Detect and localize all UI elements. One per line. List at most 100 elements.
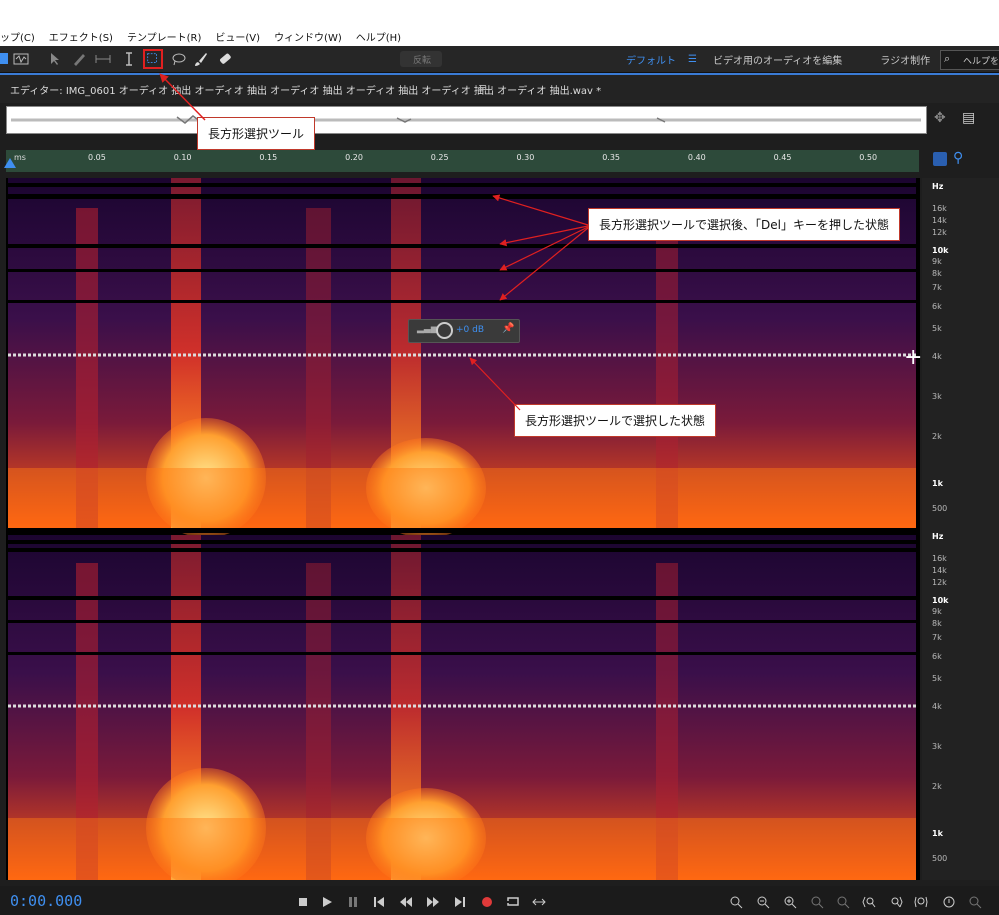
marquee-tool-icon[interactable]: [143, 49, 163, 69]
frequency-label: 5k: [932, 324, 942, 333]
spot-healing-icon[interactable]: [216, 50, 234, 68]
pin-icon[interactable]: 📌: [502, 323, 514, 334]
frequency-unit: Hz: [932, 532, 944, 541]
zoom-out-time-icon[interactable]: [810, 894, 824, 909]
frequency-unit: Hz: [932, 182, 944, 191]
workspace-video[interactable]: ビデオ用のオーディオを編集: [713, 52, 842, 67]
frequency-label: 6k: [932, 302, 942, 311]
frequency-label: 4k: [932, 702, 942, 711]
frequency-label: 9k: [932, 257, 942, 266]
pause-icon[interactable]: [346, 894, 360, 908]
invert-label: 反転: [413, 56, 432, 66]
workspace-tabs: デフォルト ☰ ビデオ用のオーディオを編集 ラジオ制作 »: [626, 46, 971, 72]
marker-pin-icon[interactable]: ⚲: [953, 150, 963, 166]
transport-bar: 0:00.000: [0, 886, 999, 915]
frequency-label: 7k: [932, 633, 942, 642]
razor-tool-icon[interactable]: [70, 50, 88, 68]
slip-tool-icon[interactable]: [94, 50, 112, 68]
loop-icon[interactable]: [506, 894, 520, 908]
zoom-reset-icon[interactable]: [942, 894, 956, 908]
fast-forward-icon[interactable]: [426, 894, 440, 908]
spectral-display[interactable]: [6, 178, 920, 880]
timecode[interactable]: 0:00.000: [10, 892, 82, 910]
menu-item[interactable]: ビュー(V): [215, 29, 260, 44]
zoom-in-point-icon[interactable]: [862, 894, 876, 908]
annotation-deleted: 長方形選択ツールで選択後、「Del」キーを押した状態: [588, 208, 900, 241]
workspace-default[interactable]: デフォルト: [626, 52, 676, 67]
timeline-tick-label: 0.10: [173, 153, 192, 162]
timeline-tick-label: 0.15: [259, 153, 278, 162]
move-tool-icon[interactable]: [46, 50, 64, 68]
time-selection-icon[interactable]: [120, 50, 138, 68]
skip-start-icon[interactable]: [372, 894, 386, 908]
gain-value[interactable]: +0 dB: [456, 325, 484, 335]
search-icon: ⌕: [944, 52, 951, 65]
frequency-label: 5k: [932, 674, 942, 683]
frequency-label: 8k: [932, 269, 942, 278]
zoom-full-icon[interactable]: [836, 894, 850, 909]
frequency-label: 16k: [932, 554, 947, 563]
editor-title[interactable]: エディター: IMG_0601 オーディオ 抽出 オーディオ 抽出 オーディオ …: [10, 82, 601, 97]
timeline-tick-label: 0.40: [687, 153, 706, 162]
timeline-tick-label: 0.35: [602, 153, 620, 162]
editor-menu-icon[interactable]: ≡: [478, 81, 487, 94]
frequency-label: 10k: [932, 246, 949, 255]
zoom-navigator-icon[interactable]: ✥: [934, 110, 946, 126]
snap-icon[interactable]: [933, 152, 947, 166]
stop-icon[interactable]: [296, 894, 310, 908]
timeline-tick-label: 0.50: [859, 153, 878, 162]
zoom-in-time-icon[interactable]: [783, 894, 797, 909]
crosshair-cursor: +: [904, 345, 923, 370]
timeline-start-label: ms: [14, 153, 26, 162]
brush-tool-icon[interactable]: [192, 50, 210, 68]
frequency-label: 2k: [932, 782, 942, 791]
menu-item[interactable]: テンプレート(R): [127, 29, 201, 44]
zoom-track-icon[interactable]: [968, 894, 982, 909]
menu-item[interactable]: ップ(C): [0, 29, 35, 44]
frequency-label: 12k: [932, 578, 947, 587]
zoom-selection-icon[interactable]: [914, 894, 928, 908]
timeline-tick-label: 0.05: [88, 153, 106, 162]
frequency-label: 14k: [932, 566, 947, 575]
waveform-view-icon[interactable]: [12, 50, 30, 68]
overview-waveform[interactable]: [6, 106, 927, 134]
frequency-label: 1k: [932, 479, 943, 488]
zoom-out-amplitude-icon[interactable]: [756, 894, 770, 909]
editor-header: エディター: IMG_0601 オーディオ 抽出 オーディオ 抽出 オーディオ …: [0, 73, 999, 103]
zoom-in-amplitude-icon[interactable]: [729, 894, 743, 909]
timeline-tick-label: 0.25: [430, 153, 449, 162]
annotation-tool: 長方形選択ツール: [197, 117, 316, 150]
play-icon[interactable]: [320, 894, 334, 908]
skip-selection-icon[interactable]: [532, 894, 546, 908]
zoom-out-point-icon[interactable]: [889, 894, 903, 908]
overview-toggle-icon[interactable]: ▤: [962, 110, 975, 126]
frequency-label: 16k: [932, 204, 947, 213]
menu-item[interactable]: ヘルプ(H): [356, 29, 401, 44]
frequency-label: 6k: [932, 652, 942, 661]
gain-hud[interactable]: ▂▃▅ +0 dB 📌: [408, 319, 520, 343]
record-icon[interactable]: [480, 894, 494, 908]
frequency-label: 7k: [932, 283, 942, 292]
help-search-placeholder: ヘルプを: [963, 57, 999, 67]
frequency-label: 14k: [932, 216, 947, 225]
level-meter-icon: ▂▃▅: [417, 324, 438, 334]
menu-item[interactable]: ウィンドウ(W): [274, 29, 342, 44]
lasso-tool-icon[interactable]: [170, 50, 188, 68]
rewind-icon[interactable]: [399, 894, 413, 908]
menu-item[interactable]: エフェクト(S): [49, 29, 113, 44]
frequency-label: 2k: [932, 432, 942, 441]
timeline-tick-label: 0.20: [345, 153, 363, 162]
annotation-selected: 長方形選択ツールで選択した状態: [514, 404, 717, 437]
frequency-label: 10k: [932, 596, 949, 605]
toolbar: 反転 デフォルト ☰ ビデオ用のオーディオを編集 ラジオ制作 » ⌕ ヘルプを: [0, 46, 999, 73]
frequency-label: 9k: [932, 607, 942, 616]
timeline-ruler[interactable]: ms 0.05 0.10 0.15 0.20 0.25 0.30 0.35 0.40 0.45 0…: [4, 150, 919, 172]
invert-button[interactable]: 反転: [400, 51, 442, 67]
workspace-radio[interactable]: ラジオ制作: [880, 52, 930, 67]
frequency-label: 3k: [932, 392, 942, 401]
gain-knob-icon[interactable]: [436, 322, 453, 339]
workspace-menu-icon[interactable]: ☰: [688, 54, 697, 65]
frequency-label: 3k: [932, 742, 942, 751]
skip-end-icon[interactable]: [453, 894, 467, 908]
help-search-input[interactable]: ⌕ ヘルプを: [940, 50, 999, 70]
